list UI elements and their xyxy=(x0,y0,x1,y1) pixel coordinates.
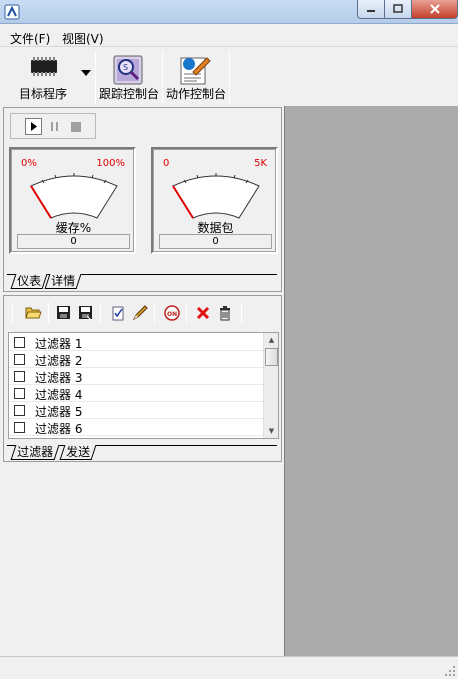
close-icon xyxy=(429,4,440,14)
svg-text:S: S xyxy=(123,63,128,72)
svg-text:ON: ON xyxy=(167,311,177,318)
pause-icon xyxy=(51,122,58,131)
stop-button[interactable] xyxy=(67,118,84,135)
list-item[interactable]: 过滤器 3 xyxy=(9,368,263,385)
open-folder-icon xyxy=(25,307,42,319)
gauge-value: 0 xyxy=(159,234,272,249)
filter-checkbox[interactable] xyxy=(14,337,25,348)
toolbar-separator xyxy=(241,302,242,323)
save-as-button[interactable] xyxy=(76,303,95,322)
filter-list: 过滤器 1 过滤器 2 过滤器 3 过滤器 4 过滤器 5 过滤器 6 ▲ ▼ xyxy=(8,332,279,439)
pencil-icon xyxy=(132,304,148,320)
list-item[interactable]: 过滤器 5 xyxy=(9,402,263,419)
filter-checkbox[interactable] xyxy=(14,371,25,382)
toolbar-separator xyxy=(229,51,230,103)
action-console-label: 动作控制台 xyxy=(166,87,227,101)
list-item[interactable]: 过滤器 4 xyxy=(9,385,263,402)
play-button[interactable] xyxy=(25,118,42,135)
open-button[interactable] xyxy=(24,303,43,322)
delete-button[interactable] xyxy=(193,303,212,322)
toolbar-separator xyxy=(154,302,155,323)
workspace-area xyxy=(284,106,458,656)
toolbar-separator xyxy=(95,51,96,103)
packets-gauge: 0 5K 数据包 0 xyxy=(151,147,278,254)
menu-file[interactable]: 文件(F) xyxy=(10,30,50,47)
chip-icon xyxy=(31,57,57,76)
list-item[interactable]: 过滤器 2 xyxy=(9,351,263,368)
list-item[interactable]: 过滤器 1 xyxy=(9,334,263,351)
maximize-icon xyxy=(393,4,403,13)
trace-console-label: 跟踪控制台 xyxy=(99,87,160,101)
stop-icon xyxy=(70,121,81,132)
tab-send[interactable]: 发送 xyxy=(59,445,97,460)
toolbar-separator xyxy=(12,302,13,323)
filter-label: 过滤器 2 xyxy=(35,354,83,368)
check-button[interactable] xyxy=(108,303,127,322)
menu-bar: 文件(F) 视图(V) xyxy=(0,26,458,47)
filter-label: 过滤器 1 xyxy=(35,337,83,351)
tab-filters[interactable]: 过滤器 xyxy=(10,445,60,460)
filters-tab-strip: 过滤器 发送 xyxy=(7,445,277,460)
action-console-button[interactable]: 动作控制台 xyxy=(164,50,228,104)
trash-icon xyxy=(219,305,230,320)
on-icon: ON xyxy=(163,304,180,321)
filter-checkbox[interactable] xyxy=(14,422,25,433)
toggle-on-button[interactable]: ON xyxy=(162,303,181,322)
gauge-dial xyxy=(30,173,118,219)
toolbar-separator xyxy=(48,302,49,323)
list-item[interactable]: 过滤器 6 xyxy=(9,419,263,436)
toolbar-separator xyxy=(162,51,163,103)
save-button[interactable] xyxy=(54,303,73,322)
dropdown-arrow-icon[interactable] xyxy=(81,70,91,76)
title-bar xyxy=(0,0,458,24)
left-panel: 0% 100% 缓存% 0 0 5K 数据包 0 仪表 详情 ON 过滤器 1 … xyxy=(0,106,284,656)
tab-meters[interactable]: 仪表 xyxy=(10,274,48,289)
check-list-icon xyxy=(112,306,123,320)
resize-grip-icon[interactable] xyxy=(444,665,456,677)
filter-checkbox[interactable] xyxy=(14,388,25,399)
meters-panel: 0% 100% 缓存% 0 0 5K 数据包 0 仪表 详情 xyxy=(3,107,282,292)
close-button[interactable] xyxy=(412,0,458,19)
app-icon xyxy=(4,4,20,20)
filter-label: 过滤器 3 xyxy=(35,371,83,385)
toolbar-separator xyxy=(100,302,101,323)
scroll-down-icon[interactable]: ▼ xyxy=(264,424,279,438)
save-as-icon xyxy=(79,306,92,320)
gauge-dial xyxy=(172,173,260,219)
filter-checkbox[interactable] xyxy=(14,354,25,365)
status-bar xyxy=(0,656,458,679)
play-icon xyxy=(31,122,37,131)
toolbar-separator xyxy=(186,302,187,323)
meters-tab-strip: 仪表 详情 xyxy=(7,274,277,289)
trash-button[interactable] xyxy=(215,303,234,322)
target-program-button[interactable]: 目标程序 xyxy=(8,50,94,104)
main-toolbar: 目标程序 S 跟踪控制台 动作控制台 xyxy=(0,48,458,106)
scroll-thumb[interactable] xyxy=(265,348,278,366)
gauge-value: 0 xyxy=(17,234,130,249)
vertical-scrollbar[interactable]: ▲ ▼ xyxy=(263,333,278,438)
scroll-up-icon[interactable]: ▲ xyxy=(264,333,279,347)
playback-toolbar xyxy=(10,113,96,139)
menu-view[interactable]: 视图(V) xyxy=(62,30,104,47)
filters-panel: ON 过滤器 1 过滤器 2 过滤器 3 过滤器 4 过滤器 5 过滤器 6 ▲… xyxy=(3,295,282,462)
red-x-icon xyxy=(196,306,209,319)
target-program-label: 目标程序 xyxy=(19,87,68,101)
filter-checkbox[interactable] xyxy=(14,405,25,416)
filter-label: 过滤器 6 xyxy=(35,422,83,436)
maximize-button[interactable] xyxy=(385,0,412,19)
filter-label: 过滤器 4 xyxy=(35,388,83,402)
save-icon xyxy=(57,306,70,319)
buffer-gauge: 0% 100% 缓存% 0 xyxy=(9,147,136,254)
pause-button[interactable] xyxy=(46,118,63,135)
minimize-button[interactable] xyxy=(357,0,385,19)
trace-console-icon: S xyxy=(113,55,143,85)
action-console-icon xyxy=(180,57,211,85)
tab-details[interactable]: 详情 xyxy=(44,274,82,289)
edit-button[interactable] xyxy=(130,303,149,322)
filter-label: 过滤器 5 xyxy=(35,405,83,419)
minimize-icon xyxy=(367,10,375,12)
trace-console-button[interactable]: S 跟踪控制台 xyxy=(97,50,161,104)
